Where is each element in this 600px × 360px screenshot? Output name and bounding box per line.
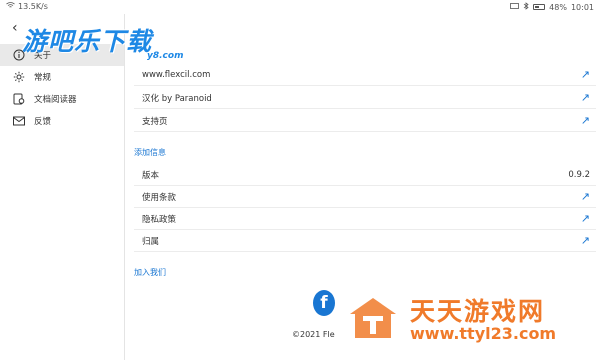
watermark-top-url: y8.com [147, 51, 184, 61]
external-link-icon: ↗ [580, 91, 590, 104]
network-speed: 13.5K/s [18, 2, 48, 11]
watermark-bottom-url: www.ttyl23.com [410, 324, 557, 343]
sidebar-item-label: 反馈 [34, 117, 52, 127]
external-link-icon: ↗ [580, 190, 590, 203]
section-header-join-us: 加入我们 [134, 268, 166, 277]
wifi-icon [6, 2, 15, 11]
link-support-page[interactable]: 支持页 ↗ [134, 110, 596, 132]
mail-icon [12, 114, 26, 128]
link-website[interactable]: www.flexcil.com ↗ [134, 64, 596, 86]
watermark-logo-icon [350, 298, 396, 338]
watermark-top: 游吧乐下载 y8.com [22, 22, 183, 61]
copyright-text: ©2021 Fle [292, 330, 335, 339]
row-label: www.flexcil.com [142, 69, 211, 80]
external-link-icon: ↗ [580, 68, 590, 81]
battery-level: 48% [549, 2, 567, 12]
screen-icon [510, 2, 520, 12]
section-header-add-info: 添加信息 [134, 148, 166, 157]
row-label: 归属 [142, 236, 160, 247]
watermark-bottom: 天天游戏网 www.ttyl23.com [348, 288, 558, 348]
status-bar: 13.5K/s 48% 10:01 [0, 0, 600, 14]
sidebar-item-general[interactable]: 常规 [0, 66, 124, 88]
version-row: 版本 0.9.2 [134, 164, 596, 186]
row-label: 隐私政策 [142, 214, 177, 225]
clock: 10:01 [570, 2, 594, 12]
watermark-bottom-title: 天天游戏网 [410, 297, 546, 326]
link-privacy-policy[interactable]: 隐私政策 ↗ [134, 208, 596, 230]
sidebar-item-document-reader[interactable]: 文档阅读器 [0, 88, 124, 110]
external-link-icon: ↗ [580, 114, 590, 127]
link-translation-credit[interactable]: 汉化 by Paranoid ↗ [134, 87, 596, 109]
bluetooth-icon [523, 2, 529, 12]
gear-icon [12, 70, 26, 84]
row-label: 支持页 [142, 116, 168, 127]
external-link-icon: ↗ [580, 234, 590, 247]
link-terms-of-use[interactable]: 使用条款 ↗ [134, 186, 596, 208]
row-label: 使用条款 [142, 192, 177, 203]
facebook-icon[interactable]: f [313, 290, 335, 316]
link-attribution[interactable]: 归属 ↗ [134, 230, 596, 252]
battery-icon [533, 4, 546, 10]
back-arrow-icon[interactable]: ‹ [12, 20, 18, 36]
sidebar-item-label: 常规 [34, 73, 52, 83]
sidebar-item-label: 文档阅读器 [34, 95, 77, 105]
version-value: 0.9.2 [568, 169, 590, 180]
row-label: 汉化 by Paranoid [142, 93, 212, 104]
watermark-top-title: 游吧乐下载 [22, 27, 153, 56]
row-label: 版本 [142, 170, 160, 181]
sidebar-item-feedback[interactable]: 反馈 [0, 110, 124, 132]
external-link-icon: ↗ [580, 212, 590, 225]
document-reader-icon [12, 92, 26, 106]
sidebar: ‹ 关于 常规 文档阅读器 反馈 [0, 14, 125, 360]
